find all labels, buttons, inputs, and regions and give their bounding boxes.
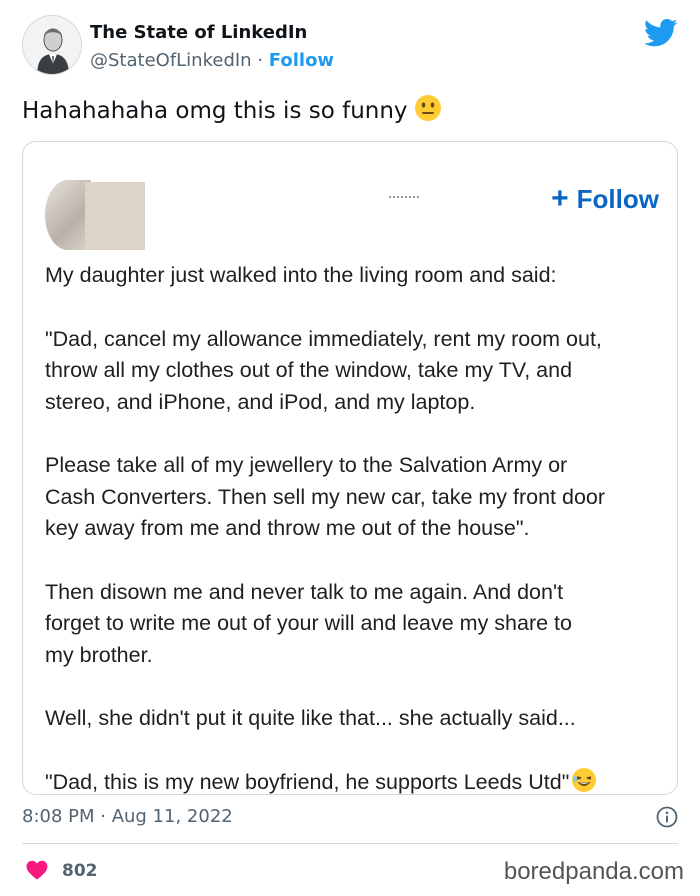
like-count: 802 (62, 861, 98, 881)
author-handle[interactable]: @StateOfLinkedIn (90, 50, 252, 71)
tweet-timestamp[interactable]: 8:08 PM · Aug 11, 2022 (22, 806, 233, 827)
divider (22, 843, 678, 844)
watermark: boredpanda.com (503, 858, 684, 885)
plus-icon: + (551, 182, 569, 215)
post-paragraph: "Dad, this is my new boyfriend, he suppo… (45, 767, 665, 795)
post-paragraph: My daughter just walked into the living … (45, 263, 557, 287)
avatar[interactable] (22, 15, 82, 75)
embedded-image-card[interactable]: + Follow My daughter just walked into the… (22, 141, 678, 795)
linkedin-follow-button[interactable]: + Follow (551, 182, 659, 216)
post-paragraph: "Dad, cancel my allowance immediately, r… (45, 326, 602, 414)
post-body: My daughter just walked into the living … (45, 260, 665, 795)
neutral-face-icon (414, 94, 442, 128)
separator-dot: · (257, 50, 264, 71)
post-paragraph: Then disown me and never talk to me agai… (45, 579, 572, 667)
tweet-text: Hahahahaha omg this is so funny (22, 98, 408, 124)
author-name[interactable]: The State of LinkedIn (90, 22, 307, 43)
heart-icon[interactable] (26, 860, 48, 880)
likes-row[interactable]: 802 (26, 860, 98, 881)
blurred-name (389, 196, 419, 198)
twitter-bird-icon[interactable] (644, 18, 678, 48)
post-paragraph: Well, she didn't put it quite like that.… (45, 706, 576, 730)
info-icon[interactable] (656, 806, 678, 828)
author-handle-row: @StateOfLinkedIn · Follow (90, 50, 334, 71)
tweet-text-row: Hahahahaha omg this is so funny (22, 94, 442, 128)
blurred-avatar (45, 180, 145, 250)
tweet-header: The State of LinkedIn @StateOfLinkedIn ·… (22, 12, 678, 82)
follow-button[interactable]: Follow (269, 50, 334, 71)
post-paragraph: Please take all of my jewellery to the S… (45, 453, 606, 540)
laughing-face-icon (571, 767, 597, 795)
